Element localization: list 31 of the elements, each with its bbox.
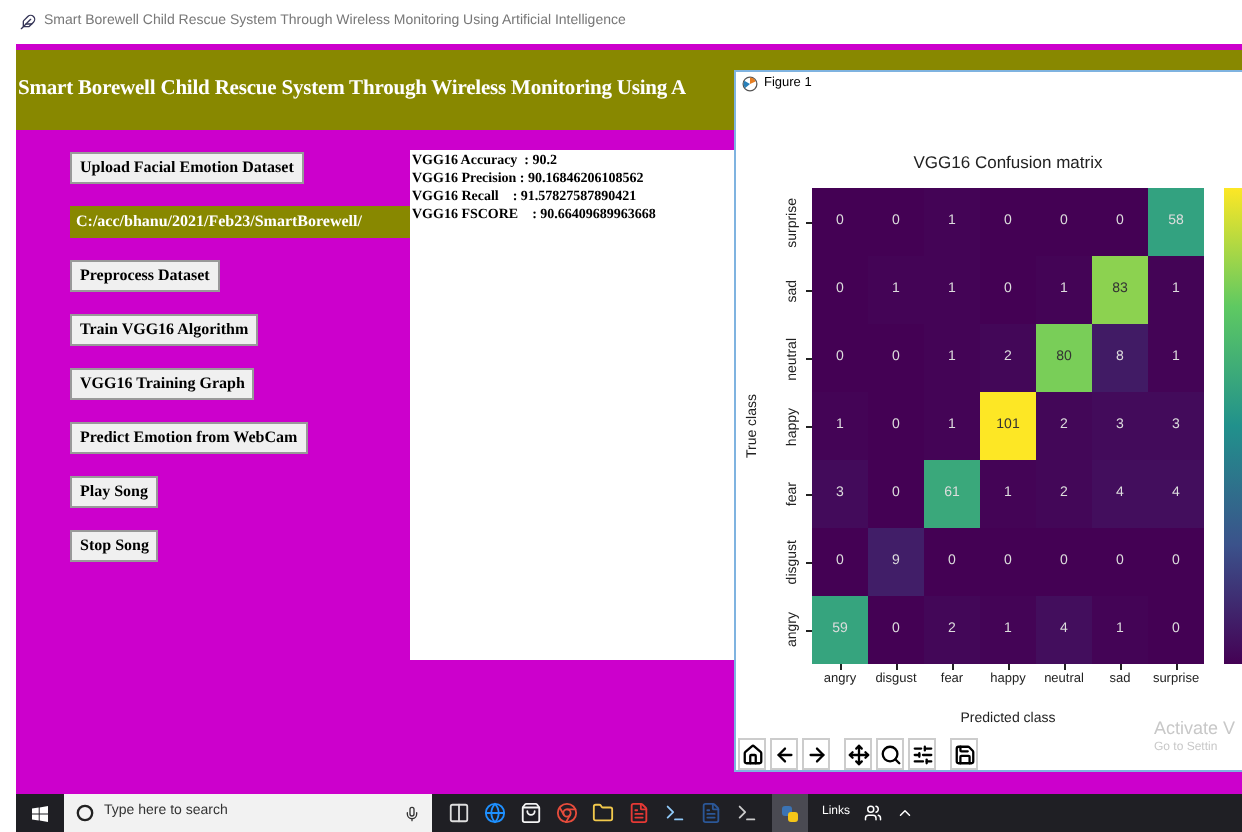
caret-icon[interactable] — [896, 804, 915, 822]
search-icon[interactable] — [876, 738, 904, 770]
windows-icon[interactable] — [32, 805, 48, 821]
feather-icon — [20, 14, 36, 30]
document-icon[interactable] — [628, 802, 650, 824]
python-app-icon[interactable] — [772, 794, 808, 832]
home-icon[interactable] — [738, 738, 766, 770]
microphone-icon[interactable] — [404, 805, 420, 821]
action-button[interactable]: Upload Facial Emotion Dataset — [70, 152, 304, 184]
action-button[interactable]: Play Song — [70, 476, 159, 508]
path-label: C:/acc/bhanu/2021/Feb23/SmartBorewell/ — [70, 206, 410, 238]
chrome-icon[interactable] — [556, 802, 578, 824]
people-icon[interactable] — [864, 804, 883, 822]
header-title: Smart Borewell Child Rescue System Through Wireless Monitoring Using A — [18, 76, 686, 105]
terminal-icon[interactable] — [736, 802, 758, 824]
save-icon[interactable] — [950, 738, 978, 770]
sliders-icon[interactable] — [908, 738, 936, 770]
action-button[interactable]: Preprocess Dataset — [70, 260, 220, 292]
action-button[interactable]: Stop Song — [70, 530, 159, 562]
folder-icon[interactable] — [592, 802, 614, 824]
action-button[interactable]: Train VGG16 Algorithm — [70, 314, 259, 346]
action-button[interactable]: VGG16 Training Graph — [70, 368, 255, 400]
terminal-icon[interactable] — [664, 802, 686, 824]
figure-logo-icon — [742, 76, 758, 93]
shopping-bag-icon[interactable] — [520, 802, 542, 824]
task-view-icon[interactable] — [448, 802, 470, 824]
chart-title: VGG16 Confusion matrix — [913, 152, 1103, 173]
search-icon — [76, 804, 94, 822]
globe-icon[interactable] — [484, 802, 506, 824]
move-icon[interactable] — [844, 738, 872, 770]
action-button[interactable]: Predict Emotion from WebCam — [70, 422, 308, 454]
